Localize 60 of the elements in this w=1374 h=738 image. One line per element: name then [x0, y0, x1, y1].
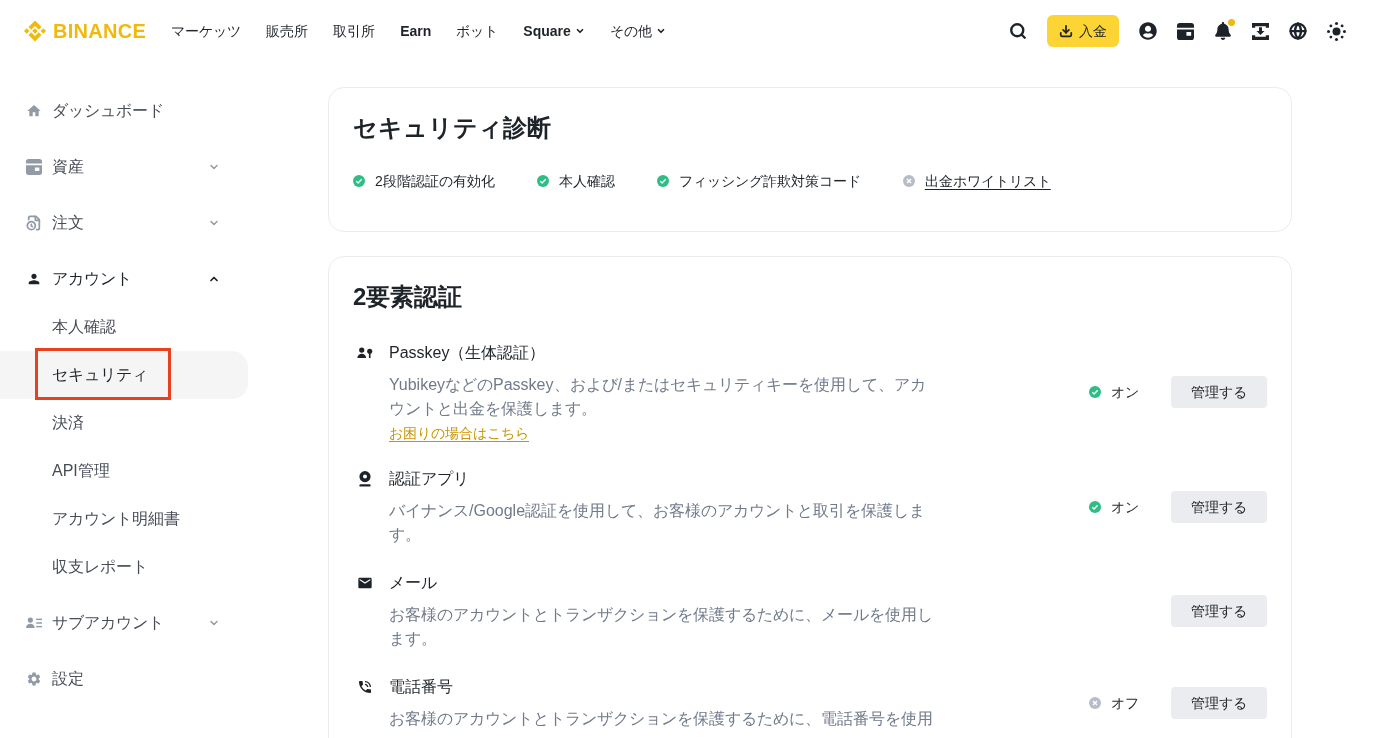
wallet-icon — [1177, 22, 1194, 40]
sidebar-item[interactable]: ダッシュボード — [0, 87, 248, 135]
method-title: メール — [389, 573, 438, 593]
manage-button[interactable]: 管理する — [1171, 595, 1267, 627]
sidebar-item[interactable]: 設定 — [0, 655, 248, 703]
tray-arrow-icon[interactable] — [1252, 22, 1269, 40]
brand-name: BINANCE — [53, 19, 147, 44]
disc-stand-icon — [357, 471, 373, 487]
checkup-label: 本人確認 — [558, 172, 615, 191]
method-description: お客様のアカウントとトランザクションを保護するために、電話番号を使用 — [389, 709, 933, 729]
home-icon — [26, 103, 42, 119]
card-title: 2要素認証 — [353, 282, 464, 312]
checkup-label: フィッシング詐欺対策コード — [678, 172, 861, 191]
method-description: YubikeyなどのPasskey、および/またはセキュリティキーを使用して、アカウントと出金を保護します。 — [389, 375, 927, 419]
method-description: お客様のアカウントとトランザクションを保護するために、メールを使用します。 — [389, 605, 934, 649]
card-title: セキュリティ診断 — [353, 113, 552, 143]
sidebar-subitem[interactable]: アカウント明細書 — [0, 495, 248, 543]
sidebar-item[interactable]: サブアカウント — [0, 599, 248, 647]
status-label: オフ — [1111, 694, 1139, 713]
manage-button[interactable]: 管理する — [1171, 687, 1267, 719]
settings-icon — [26, 671, 42, 687]
logo-icon — [24, 20, 46, 42]
checkup-link[interactable]: 出金ホワイトリスト — [924, 171, 1051, 191]
sidebar-subitem[interactable]: 収支レポート — [0, 543, 248, 591]
nav-link[interactable]: 取引所 — [333, 20, 376, 42]
sidebar-subitem[interactable]: セキュリティ — [0, 351, 248, 399]
method-description: バイナンス/Google認証を使用して、お客様のアカウントと取引を保護します。 — [389, 501, 927, 545]
user-icon — [26, 271, 42, 287]
nav-link[interactable]: ボット — [456, 20, 499, 42]
sidebar-subitem[interactable]: 本人確認 — [0, 303, 248, 351]
method-title: 電話番号 — [389, 677, 454, 697]
deposit-button[interactable]: 入金 — [1047, 15, 1119, 47]
mail-icon — [357, 575, 373, 591]
manage-button[interactable]: 管理する — [1171, 376, 1267, 408]
bell-icon[interactable] — [1214, 22, 1232, 40]
nav-link[interactable]: 販売所 — [266, 20, 309, 42]
method-title: Passkey（生体認証） — [389, 343, 547, 363]
status-label: オン — [1111, 383, 1139, 402]
user-key-icon — [357, 345, 373, 361]
manage-button[interactable]: 管理する — [1171, 491, 1267, 523]
status-label: オン — [1111, 498, 1139, 517]
method-title: 認証アプリ — [389, 469, 470, 489]
user-list-icon — [26, 615, 42, 631]
sidebar-subitem[interactable]: 決済 — [0, 399, 248, 447]
nav-link[interactable]: その他 — [609, 20, 666, 42]
nav-link[interactable]: マーケッツ — [171, 20, 242, 42]
sun-icon[interactable] — [1327, 21, 1346, 41]
checkup-label: 2段階認証の有効化 — [375, 172, 495, 191]
globe-icon[interactable] — [1289, 22, 1307, 40]
wallet-icon — [26, 159, 42, 175]
nav-link[interactable]: Earn — [400, 20, 432, 42]
document-clock-icon — [26, 215, 42, 231]
search-icon[interactable] — [1009, 22, 1027, 40]
sidebar-item[interactable]: 注文 — [0, 199, 248, 247]
sidebar-subitem[interactable]: API管理 — [0, 447, 248, 495]
sidebar-item[interactable]: アカウント — [0, 255, 248, 303]
download-icon — [1059, 24, 1073, 38]
sidebar-item[interactable]: 資産 — [0, 143, 248, 191]
phone-icon — [357, 679, 373, 695]
nav-link[interactable]: Square — [523, 20, 585, 42]
